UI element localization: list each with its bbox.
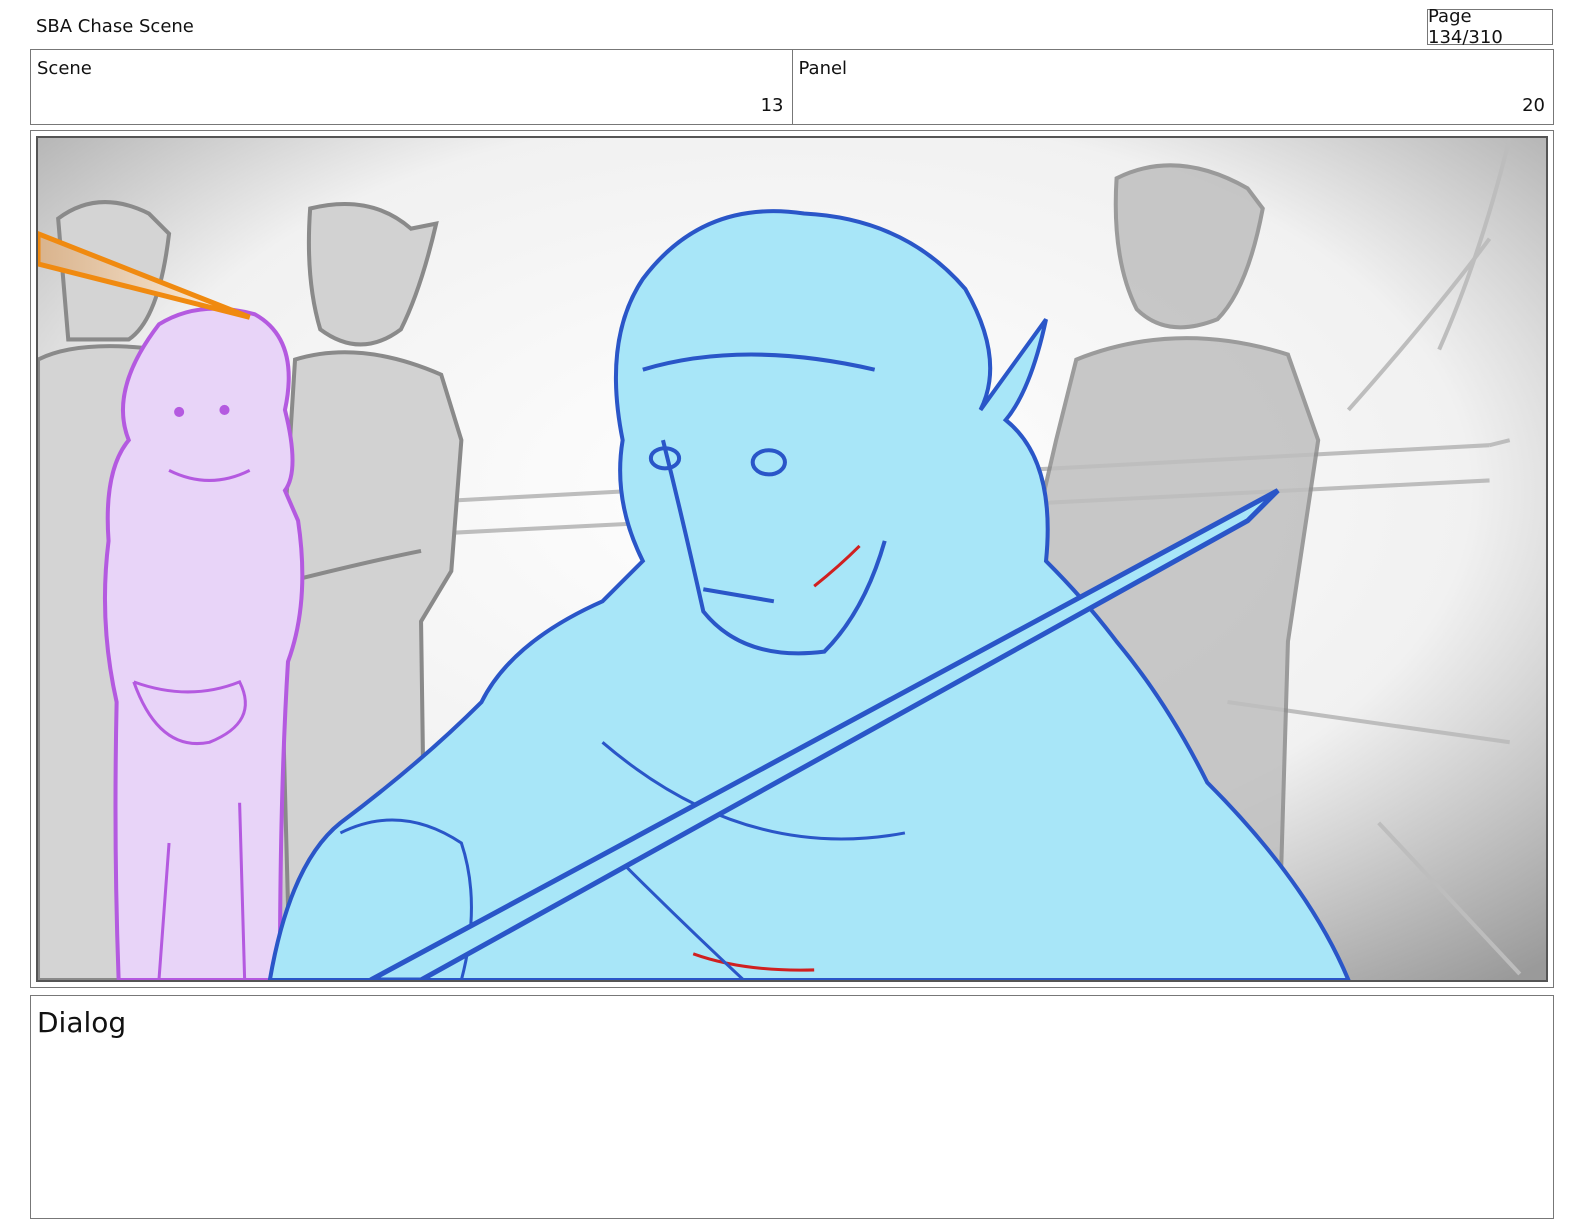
scene-panel-info: Scene 13 Panel 20 [30,49,1554,125]
girl-character [102,306,305,980]
panel-cell: Panel 20 [791,50,1554,124]
scene-label: Scene [37,58,92,79]
project-title: SBA Chase Scene [36,16,194,37]
panel-drawing [38,138,1546,980]
storyboard-panel-image [36,136,1548,982]
scene-number: 13 [760,95,784,116]
page-number-label: Page 134/310 [1428,6,1503,48]
dialog-label: Dialog [37,1006,127,1039]
scene-cell: Scene 13 [31,50,792,124]
storyboard-frame [30,130,1554,988]
dialog-section: Dialog [30,995,1554,1219]
panel-number: 20 [1522,95,1545,116]
panel-label: Panel [798,58,848,79]
page-indicator: Page 134/310 [1427,6,1553,48]
